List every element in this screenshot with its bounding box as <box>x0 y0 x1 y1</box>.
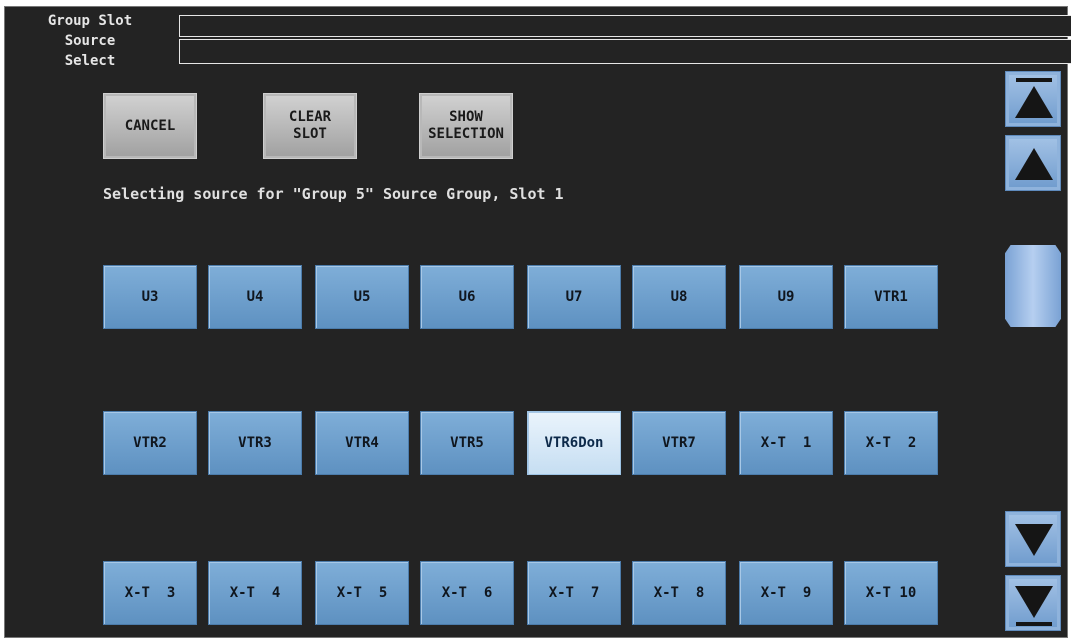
select-label: Select <box>64 53 116 69</box>
source-select-window: Group Slot Source Select CANCEL CLEAR SL… <box>4 6 1071 638</box>
source-button[interactable]: X-T 3 <box>103 561 197 625</box>
source-button[interactable]: U5 <box>315 265 409 329</box>
group-slot-field <box>179 15 1071 37</box>
source-button[interactable]: X-T 7 <box>527 561 621 625</box>
scroll-to-top-button[interactable] <box>1005 71 1061 127</box>
cancel-button[interactable]: CANCEL <box>103 93 197 159</box>
source-button[interactable]: U3 <box>103 265 197 329</box>
source-button-selected[interactable]: VTR6Don <box>527 411 621 475</box>
source-button[interactable]: X-T 8 <box>632 561 726 625</box>
source-button[interactable]: U6 <box>420 265 514 329</box>
clear-slot-button[interactable]: CLEAR SLOT <box>263 93 357 159</box>
source-select-field[interactable] <box>179 39 1071 64</box>
source-button[interactable]: VTR4 <box>315 411 409 475</box>
source-button[interactable]: VTR5 <box>420 411 514 475</box>
group-slot-label: Group Slot <box>47 13 133 29</box>
scrollbar-thumb[interactable] <box>1005 245 1061 327</box>
source-button[interactable]: VTR2 <box>103 411 197 475</box>
source-button[interactable]: X-T 2 <box>844 411 938 475</box>
source-button[interactable]: VTR3 <box>208 411 302 475</box>
source-label: Source <box>64 33 116 49</box>
source-button[interactable]: X-T 5 <box>315 561 409 625</box>
scroll-down-button[interactable] <box>1005 511 1061 567</box>
scroll-up-button[interactable] <box>1005 135 1061 191</box>
source-button[interactable]: X-T 9 <box>739 561 833 625</box>
source-button[interactable]: U8 <box>632 265 726 329</box>
scroll-bottom-icon <box>1015 586 1053 626</box>
source-button[interactable]: X-T 4 <box>208 561 302 625</box>
source-button[interactable]: X-T 10 <box>844 561 938 625</box>
scroll-top-icon <box>1015 78 1053 118</box>
status-message: Selecting source for "Group 5" Source Gr… <box>103 185 564 203</box>
source-button[interactable]: VTR1 <box>844 265 938 329</box>
source-button[interactable]: X-T 1 <box>739 411 833 475</box>
show-selection-button[interactable]: SHOW SELECTION <box>419 93 513 159</box>
source-button[interactable]: U4 <box>208 265 302 329</box>
source-button[interactable]: VTR7 <box>632 411 726 475</box>
scroll-up-icon <box>1015 148 1053 180</box>
source-button[interactable]: U7 <box>527 265 621 329</box>
scroll-to-bottom-button[interactable] <box>1005 575 1061 631</box>
source-button[interactable]: U9 <box>739 265 833 329</box>
source-button[interactable]: X-T 6 <box>420 561 514 625</box>
scroll-down-icon <box>1015 524 1053 556</box>
